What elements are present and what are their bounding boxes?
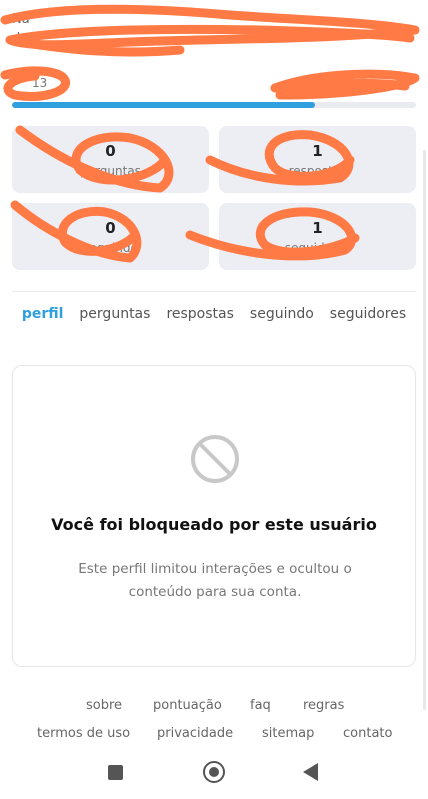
stat-label: seguindo — [83, 240, 138, 255]
blocked-description: Este perfil limitou interações e ocultou… — [78, 561, 352, 600]
stat-label: respostas — [288, 163, 347, 178]
recent-apps-icon[interactable] — [108, 765, 123, 780]
blocked-notice-card: Você foi bloqueado por este usuário Este… — [12, 365, 416, 667]
footer-link-sitemap[interactable]: sitemap — [262, 726, 314, 741]
footer-link-sobre[interactable]: sobre — [86, 698, 122, 713]
stats-grid: 0 perguntas 1 respostas 0 seguindo 1 seg… — [12, 126, 416, 270]
stat-label: seguidores — [284, 240, 351, 255]
tab-seguindo[interactable]: seguindo — [250, 306, 314, 322]
footer-link-regras[interactable]: regras — [303, 698, 344, 713]
stat-label: perguntas — [80, 163, 141, 178]
blocked-title: Você foi bloqueado por este usuário — [51, 515, 377, 534]
stat-card-answers[interactable]: 1 respostas — [219, 126, 416, 193]
footer-link-pontuacao[interactable]: pontuação — [153, 698, 222, 713]
page-scrollbar[interactable] — [423, 150, 426, 710]
block-icon — [191, 435, 239, 483]
profile-bio-line-2: do. — [12, 31, 33, 46]
profile-bio-line-1: Nã — [12, 12, 30, 27]
profile-tabs: perfil perguntas respostas seguindo segu… — [0, 306, 428, 322]
profile-bio: Nã do. — [12, 10, 412, 48]
stat-value: 1 — [312, 141, 323, 160]
stat-card-questions[interactable]: 0 perguntas — [12, 126, 209, 193]
stat-card-followers[interactable]: 1 seguidores — [219, 203, 416, 270]
stat-value: 0 — [105, 218, 116, 237]
footer-link-faq[interactable]: faq — [250, 698, 271, 713]
stat-card-following[interactable]: 0 seguindo — [12, 203, 209, 270]
android-nav-bar — [0, 749, 428, 799]
level-progress-fill — [12, 102, 315, 108]
footer-link-termos[interactable]: termos de uso — [37, 726, 130, 741]
points-text: 300 — [323, 76, 346, 90]
footer-link-contato[interactable]: contato — [343, 726, 392, 741]
section-divider — [12, 291, 416, 292]
home-icon[interactable] — [203, 761, 225, 783]
level-progress-bar — [12, 102, 416, 108]
stat-value: 1 — [312, 218, 323, 237]
tab-respostas[interactable]: respostas — [166, 306, 233, 322]
back-icon[interactable] — [303, 763, 318, 781]
tab-seguidores[interactable]: seguidores — [330, 306, 406, 322]
level-text: 13 — [32, 76, 48, 90]
footer-link-privacidade[interactable]: privacidade — [157, 726, 233, 741]
tab-perfil[interactable]: perfil — [22, 306, 64, 322]
tab-perguntas[interactable]: perguntas — [79, 306, 150, 322]
stat-value: 0 — [105, 141, 116, 160]
